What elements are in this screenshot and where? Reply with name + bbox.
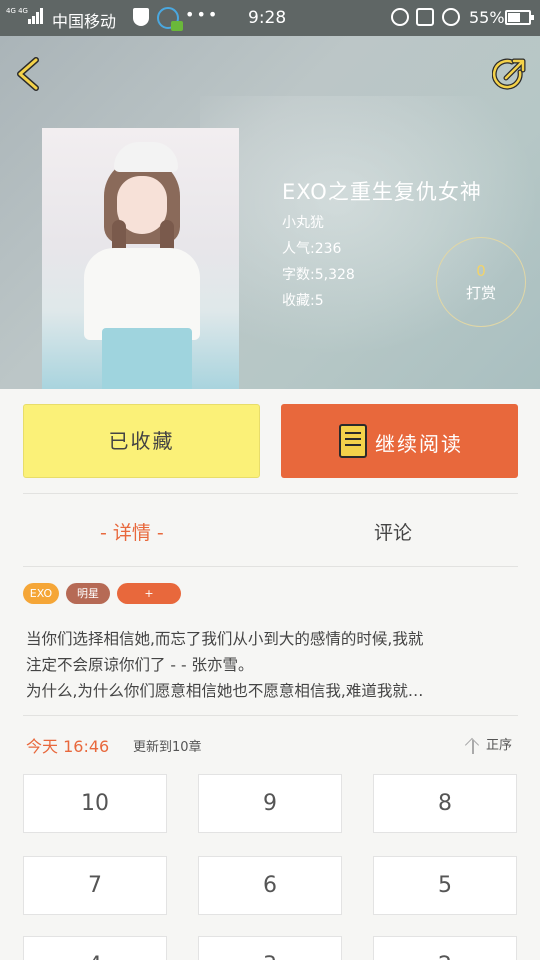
status-bar: 4G 4G 中国移动 ••• 9:28 55% [0, 0, 540, 36]
add-tag-button[interactable]: + [117, 583, 181, 604]
book-header: EXO之重生复仇女神 小丸犹 人气:236 字数:5,328 收藏:5 0 打赏 [0, 36, 540, 389]
chapter-button[interactable]: 9 [198, 774, 342, 833]
continue-reading-button[interactable]: 继续阅读 [281, 404, 518, 478]
tab-details[interactable]: - 详情 - [100, 518, 164, 545]
book-description[interactable]: 当你们选择相信她,而忘了我们从小到大的感情的时候,我就 注定不会原谅你们了 - … [26, 626, 520, 704]
book-popularity: 人气:236 [282, 241, 342, 257]
description-line: 注定不会原谅你们了 - - 张亦雪。 [26, 656, 254, 674]
mute-icon [416, 8, 434, 26]
alarm-icon [442, 8, 460, 26]
divider [23, 566, 518, 567]
tag-exo[interactable]: EXO [23, 583, 59, 604]
chapter-button[interactable]: 3 [198, 936, 342, 960]
battery-percent: 55% [469, 8, 505, 27]
divider [23, 493, 518, 494]
back-icon[interactable] [14, 56, 46, 92]
arrow-up-icon [464, 737, 482, 755]
clock: 9:28 [248, 8, 287, 28]
update-status: 更新到10章 [133, 740, 202, 755]
battery-icon [505, 10, 534, 25]
reward-count: 0 [476, 262, 486, 280]
book-favorites: 收藏:5 [282, 293, 324, 309]
book-word-count: 字数:5,328 [282, 267, 355, 283]
sort-label: 正序 [486, 738, 513, 753]
more-notifications-icon: ••• [185, 5, 220, 24]
sync-icon [157, 7, 183, 31]
book-title: EXO之重生复仇女神 [282, 180, 482, 204]
description-line: 当你们选择相信她,而忘了我们从小到大的感情的时候,我就 [26, 630, 424, 648]
description-line: 为什么,为什么你们愿意相信她也不愿意相信我,难道我就… [26, 682, 424, 700]
book-cover-image [42, 128, 239, 389]
sort-toggle[interactable]: 正序 [464, 734, 512, 755]
headset-icon [391, 8, 409, 26]
network-type: 4G 4G [6, 7, 28, 15]
favorited-button[interactable]: 已收藏 [23, 404, 260, 478]
chapter-button[interactable]: 2 [373, 936, 517, 960]
chapter-button[interactable]: 6 [198, 856, 342, 915]
divider [23, 715, 518, 716]
chapter-button[interactable]: 8 [373, 774, 517, 833]
tab-comments[interactable]: 评论 [374, 518, 412, 545]
book-icon [339, 424, 367, 458]
continue-reading-label: 继续阅读 [375, 432, 463, 456]
chapter-button[interactable]: 10 [23, 774, 167, 833]
chapter-button[interactable]: 5 [373, 856, 517, 915]
update-time: 今天 16:46 [26, 737, 110, 756]
carrier-name: 中国移动 [52, 12, 117, 31]
share-icon[interactable] [492, 58, 526, 92]
chapter-button[interactable]: 4 [23, 936, 167, 960]
shield-icon [133, 8, 149, 26]
book-author[interactable]: 小丸犹 [282, 212, 324, 232]
tag-star[interactable]: 明星 [66, 583, 110, 604]
reward-label: 打赏 [465, 284, 496, 302]
signal-icon [28, 8, 43, 24]
chapter-button[interactable]: 7 [23, 856, 167, 915]
reward-button[interactable]: 0 打赏 [436, 237, 526, 327]
